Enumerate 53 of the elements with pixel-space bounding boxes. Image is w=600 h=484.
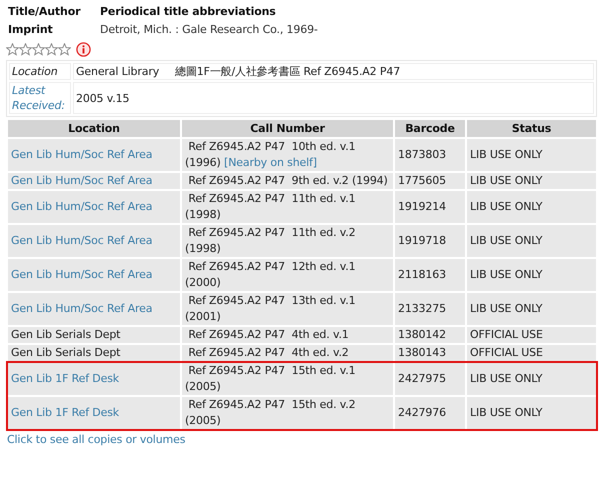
table-cell: OFFICIAL USE (470, 346, 543, 359)
field-value: Periodical title abbreviations (99, 4, 276, 20)
table-cell-text: Ref Z6945.A2 P47 10th ed. v.1 (1996) [Nearby on shelf] (185, 140, 356, 169)
field-label: Imprint (7, 22, 54, 38)
table-cell-text: Ref Z6945.A2 P47 15th ed. v.2 (2005) (185, 398, 356, 427)
table-cell: LIB USE ONLY (470, 200, 542, 213)
table-cell-text: Ref Z6945.A2 P47 9th ed. v.2 (1994) (187, 174, 388, 187)
nearby-link[interactable]: [Nearby on shelf] (224, 156, 317, 169)
column-header: Call Number (181, 119, 394, 138)
star-icon[interactable] (58, 42, 71, 56)
table-cell: Gen Lib Serials Dept (11, 346, 120, 359)
column-header: Barcode (394, 119, 466, 138)
table-cell: 1380142 (398, 328, 446, 341)
table-cell: LIB USE ONLY (470, 372, 542, 385)
table-cell: 1919718 (398, 234, 446, 247)
table-cell: LIB USE ONLY (470, 174, 542, 187)
table-cell: LIB USE ONLY (470, 302, 542, 315)
table-cell: 1775605 (398, 174, 446, 187)
table-cell-text: Ref Z6945.A2 P47 15th ed. v.1 (2005) (185, 364, 356, 393)
table-cell-text: Ref Z6945.A2 P47 4th ed. v.1 (187, 328, 349, 341)
table-cell: LIB USE ONLY (470, 268, 542, 281)
column-header: Location (7, 119, 181, 138)
table-cell: LIB USE ONLY (470, 406, 542, 419)
table-cell: LIB USE ONLY (470, 234, 542, 247)
table-cell: 2118163 (398, 268, 446, 281)
table-cell: 1873803 (398, 148, 446, 161)
table-cell: OFFICIAL USE (470, 328, 543, 341)
field-value: Detroit, Mich. : Gale Research Co., 1969- (99, 22, 318, 38)
field-label: Title/Author (7, 4, 82, 20)
star-icon[interactable] (19, 42, 32, 56)
star-icon[interactable] (6, 42, 19, 56)
field-label: Location (9, 63, 71, 80)
table-cell: Gen Lib Serials Dept (11, 328, 120, 341)
table-cell: 2427975 (398, 372, 446, 385)
copies-link[interactable]: Click to see all copies or volumes (6, 432, 597, 448)
field-value: 2005 v.15 (76, 92, 130, 104)
table-cell-text: Ref Z6945.A2 P47 11th ed. v.1 (1998) (185, 192, 356, 221)
star-icon[interactable] (32, 42, 45, 56)
star-icon[interactable] (45, 42, 58, 56)
info-icon[interactable] (76, 42, 91, 56)
table-cell: LIB USE ONLY (470, 148, 542, 161)
table-cell-text: Ref Z6945.A2 P47 11th ed. v.2 (1998) (185, 226, 356, 255)
call-number: 總圖1F一般/人社參考書區 Ref Z6945.A2 P47 (175, 65, 400, 78)
table-cell-text: Ref Z6945.A2 P47 4th ed. v.2 (187, 346, 349, 359)
table-cell-text: Ref Z6945.A2 P47 13th ed. v.1 (2001) (185, 294, 356, 323)
table-cell-text: Ref Z6945.A2 P47 12th ed. v.1 (2000) (185, 260, 356, 289)
column-header: Status (466, 119, 597, 138)
table-cell: 2427976 (398, 406, 446, 419)
table-cell: 1380143 (398, 346, 446, 359)
table-cell: 2133275 (398, 302, 446, 315)
field-value: General Library (76, 65, 160, 78)
field-link[interactable]: Latest Received: (9, 82, 71, 114)
table-cell: 1919214 (398, 200, 446, 213)
